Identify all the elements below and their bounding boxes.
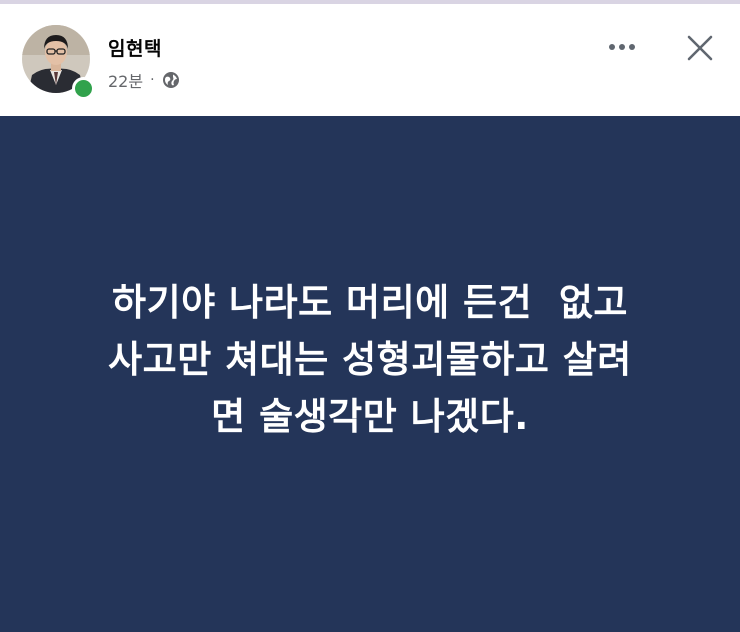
post-timestamp[interactable]: 22분 (108, 68, 143, 92)
author-name[interactable]: 임현택 (108, 34, 162, 61)
post-background-card: 하기야 나라도 머리에 든건 없고 사고만 쳐대는 성형괴물하고 살려 면 술생… (0, 116, 740, 632)
more-horizontal-icon (609, 44, 635, 50)
meta-separator: · (150, 72, 155, 88)
post-meta: 22분 · (108, 68, 180, 92)
post-text-line-1: 하기야 나라도 머리에 든건 없고 (112, 281, 628, 324)
close-icon (687, 35, 713, 61)
post-body-text: 하기야 나라도 머리에 든건 없고 사고만 쳐대는 성형괴물하고 살려 면 술생… (40, 274, 700, 445)
post-text-line-2: 사고만 쳐대는 성형괴물하고 살려 (108, 338, 632, 381)
globe-icon[interactable] (162, 71, 180, 89)
post-text-line-3: 면 술생각만 나겠다. (211, 395, 529, 438)
more-options-button[interactable] (602, 32, 642, 62)
online-status-indicator (72, 77, 95, 100)
post-header: 임현택 22분 · (0, 4, 740, 116)
close-button[interactable] (680, 28, 720, 68)
